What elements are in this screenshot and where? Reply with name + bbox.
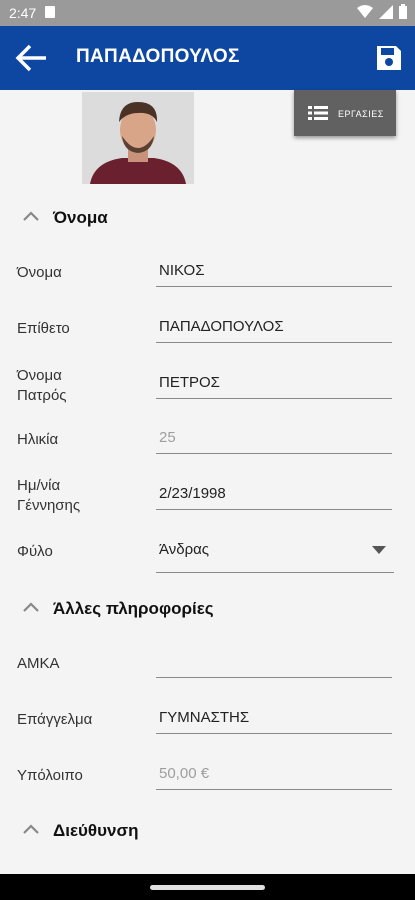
section-title: Διεύθυνση <box>53 821 139 840</box>
dropdown-arrow-icon[interactable] <box>372 546 386 554</box>
field-label: Επίθετο <box>17 320 70 337</box>
input-underline <box>156 398 392 399</box>
wifi-icon <box>357 4 373 18</box>
status-icons <box>357 4 407 19</box>
chevron-up-icon <box>23 211 39 221</box>
page-title: ΠΑΠΑΔΟΠΟΥΛΟΣ <box>76 46 240 67</box>
section-header-name[interactable]: Όνομα <box>0 200 415 236</box>
input-underline <box>156 509 392 510</box>
list-icon <box>308 106 328 120</box>
field-label: Ηλικία <box>17 431 59 448</box>
field-label-line2: Γέννησης <box>17 497 81 514</box>
field-label-line2: Πατρός <box>17 387 67 404</box>
gender-select[interactable]: Άνδρας <box>159 541 391 558</box>
status-bar: 2:47 <box>0 0 415 26</box>
input-underline <box>156 342 392 343</box>
field-label: Υπόλοιπο <box>17 767 83 784</box>
profile-photo[interactable] <box>82 92 194 184</box>
birth-date-input[interactable]: 2/23/1998 <box>159 485 391 502</box>
back-arrow-icon[interactable] <box>14 42 50 74</box>
status-time: 2:47 <box>9 5 37 21</box>
first-name-input[interactable]: ΝΙΚΟΣ <box>159 262 391 279</box>
field-label: Επάγγελμα <box>17 711 93 728</box>
select-underline <box>156 572 394 573</box>
sd-card-icon <box>45 6 55 18</box>
field-label: Όνομα <box>17 264 62 281</box>
save-icon[interactable] <box>375 44 403 72</box>
section-header-address[interactable]: Διεύθυνση <box>0 813 415 849</box>
section-title: Όνομα <box>53 208 108 227</box>
input-underline <box>156 733 392 734</box>
battery-icon <box>399 4 407 19</box>
field-label-line1: Όνομα <box>17 367 62 384</box>
tasks-button-label: ΕΡΓΑΣΙΕΣ <box>338 109 384 119</box>
field-label-line1: Ημ/νία <box>17 477 61 494</box>
field-label: Φύλο <box>17 543 53 560</box>
balance-input: 50,00 € <box>159 765 210 782</box>
tasks-button[interactable]: ΕΡΓΑΣΙΕΣ <box>294 90 396 136</box>
chevron-up-icon <box>23 602 39 612</box>
father-name-input[interactable]: ΠΕΤΡΟΣ <box>159 374 391 391</box>
chevron-up-icon <box>23 824 39 834</box>
last-name-input[interactable]: ΠΑΠΑΔΟΠΟΥΛΟΣ <box>159 318 391 335</box>
section-title: Άλλες πληροφορίες <box>53 599 214 618</box>
input-underline <box>156 453 392 454</box>
app-bar: ΠΑΠΑΔΟΠΟΥΛΟΣ <box>0 26 415 90</box>
field-label: ΑΜΚΑ <box>17 655 60 672</box>
signal-icon <box>379 4 393 19</box>
input-underline <box>156 677 392 678</box>
profession-input[interactable]: ΓΥΜΝΑΣΤΗΣ <box>159 709 391 726</box>
input-underline <box>156 286 392 287</box>
age-input: 25 <box>159 429 176 446</box>
home-gesture-pill[interactable] <box>150 885 265 890</box>
section-header-other[interactable]: Άλλες πληροφορίες <box>0 591 415 627</box>
system-nav-bar <box>0 874 415 900</box>
input-underline <box>156 789 392 790</box>
